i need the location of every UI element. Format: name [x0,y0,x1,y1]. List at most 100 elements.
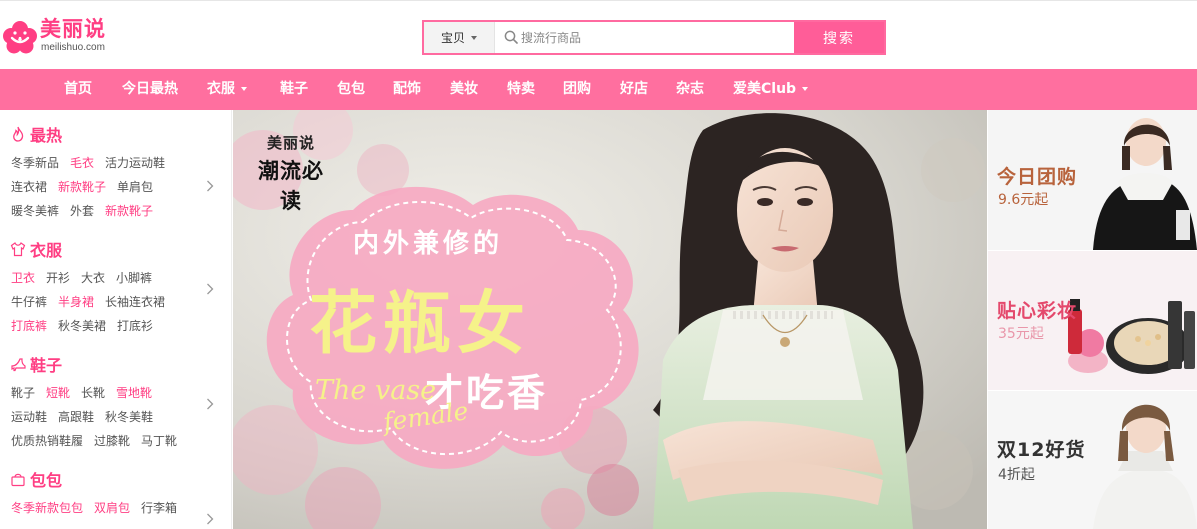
nav-item-clothes[interactable]: 衣服 [207,69,247,110]
category-link[interactable]: 靴子 [11,386,35,400]
banner-script-en-1: The vase [315,375,437,406]
nav-label: 衣服 [207,81,235,97]
nav-item-good-shops[interactable]: 好店 [620,69,648,110]
category-link[interactable]: 秋冬美鞋 [105,410,153,424]
category-title-label: 鞋子 [30,356,63,375]
chevron-right-icon[interactable] [206,513,214,525]
chevron-right-icon[interactable] [206,283,214,295]
nav-label: 美妆 [450,81,478,97]
category-link[interactable]: 冬季新品 [11,156,59,170]
category-title[interactable]: 包包 [10,467,62,491]
category-link[interactable]: 小脚裤 [116,271,152,285]
promo-title: 贴心彩妆 [997,300,1078,322]
nav-label: 首页 [64,81,92,97]
nav-label: 好店 [620,81,648,97]
category-link[interactable]: 雪地靴 [116,386,152,400]
category-link[interactable]: 暖冬美裤 [11,204,59,218]
category-link[interactable]: 外套 [70,204,94,218]
nav-item-shoes[interactable]: 鞋子 [280,69,308,110]
nav-item-club[interactable]: 爱美Club [733,69,809,110]
promo-subtitle: 35元起 [998,326,1044,342]
banner-badge-top: 美丽说 [266,134,315,152]
category-title[interactable]: 衣服 [10,237,62,261]
search-bar: 宝贝 搜索 [422,20,886,55]
nav-label: 杂志 [676,81,704,97]
nav-label: 特卖 [507,81,535,97]
category-link[interactable]: 运动鞋 [11,410,47,424]
category-title[interactable]: 最热 [10,122,62,146]
category-row: 暖冬美裤 外套 新款靴子 [11,202,164,220]
category-link[interactable]: 卫衣 [11,271,35,285]
search-button[interactable]: 搜索 [794,22,884,53]
shirt-icon [10,242,26,257]
category-link[interactable]: 连衣裙 [11,180,47,194]
category-row: 冬季新品 毛衣 活力运动鞋 [11,154,176,172]
category-link[interactable]: 秋冬美裙 [58,319,106,333]
chevron-right-icon[interactable] [206,398,214,410]
category-link[interactable]: 打底裤 [11,319,47,333]
category-link[interactable]: 双肩包 [94,501,130,515]
category-link[interactable]: 马丁靴 [141,434,177,448]
nav-item-accessories[interactable]: 配饰 [393,69,421,110]
nav-label: 今日最热 [122,81,178,97]
nav-item-today-hot[interactable]: 今日最热 [122,69,178,110]
nav-item-sale[interactable]: 特卖 [507,69,535,110]
nav-label: 包包 [337,81,365,97]
category-row: 优质热销鞋履 过膝靴 马丁靴 [11,432,188,450]
search-category-dropdown[interactable]: 宝贝 [424,22,495,53]
category-row: 卫衣 开衫 大衣 小脚裤 [11,269,163,287]
heel-icon [11,358,26,372]
category-link[interactable]: 打底衫 [117,319,153,333]
search-icon [504,30,518,44]
category-link[interactable]: 高跟鞋 [58,410,94,424]
banner-headline-main: 花瓶女 [309,284,532,364]
promo-subtitle: 9.6元起 [998,192,1049,208]
category-title-label: 最热 [30,126,63,145]
category-title-label: 衣服 [30,241,63,260]
category-link[interactable]: 过膝靴 [94,434,130,448]
banner-badge: 美丽说 潮流必读 [249,132,333,213]
nav-item-group-buy[interactable]: 团购 [563,69,591,110]
category-row: 冬季新款包包 双肩包 行李箱 [11,499,188,517]
nav-item-beauty[interactable]: 美妆 [450,69,478,110]
site-logo[interactable]: 美丽说 meilishuo.com [2,15,122,57]
category-link[interactable]: 新款靴子 [105,204,153,218]
category-link[interactable]: 大衣 [81,271,105,285]
category-link[interactable]: 开衫 [46,271,70,285]
category-sidebar: 最热 冬季新品 毛衣 活力运动鞋 连衣裙 新款靴子 单肩包 暖冬美裤 外套 新款靴子 衣服 … [0,110,232,529]
category-link[interactable]: 优质热销鞋履 [11,434,83,448]
promo-title: 今日团购 [997,166,1078,188]
category-link[interactable]: 长靴 [81,386,105,400]
chevron-right-icon[interactable] [206,180,214,192]
nav-item-home[interactable]: 首页 [64,69,92,110]
bag-icon [11,473,25,487]
promo-double12[interactable]: 双12好货 4折起 [988,391,1197,529]
category-link[interactable]: 半身裙 [58,295,94,309]
category-link[interactable]: 毛衣 [70,156,94,170]
search-input[interactable] [521,26,791,49]
category-link[interactable]: 行李箱 [141,501,177,515]
nav-label: 团购 [563,81,591,97]
search-category-label: 宝贝 [440,31,465,45]
category-row: 靴子 短靴 长靴 雪地靴 [11,384,163,402]
nav-item-magazine[interactable]: 杂志 [676,69,704,110]
promo-subtitle: 4折起 [998,467,1035,483]
promo-group-buy[interactable]: 今日团购 9.6元起 [988,110,1197,250]
hero-banner[interactable]: 美丽说 潮流必读 内外兼修的 花瓶女 才吃香 The vase female [233,110,987,529]
flower-logo-icon [3,21,37,54]
category-row: 打底裤 秋冬美裙 打底衫 [11,317,164,335]
nav-item-bags[interactable]: 包包 [337,69,365,110]
category-row: 运动鞋 高跟鞋 秋冬美鞋 [11,408,164,426]
category-link[interactable]: 短靴 [46,386,70,400]
logo-text: 美丽说 [40,17,106,41]
category-link[interactable]: 新款靴子 [58,180,106,194]
category-link[interactable]: 长袖连衣裙 [105,295,165,309]
category-link[interactable]: 牛仔裤 [11,295,47,309]
category-link[interactable]: 冬季新款包包 [11,501,83,515]
promo-makeup[interactable]: 贴心彩妆 35元起 [988,251,1197,390]
promo-title: 双12好货 [997,439,1086,461]
nav-label: 鞋子 [280,81,308,97]
category-title[interactable]: 鞋子 [10,352,62,376]
category-link[interactable]: 单肩包 [117,180,153,194]
category-link[interactable]: 活力运动鞋 [105,156,165,170]
